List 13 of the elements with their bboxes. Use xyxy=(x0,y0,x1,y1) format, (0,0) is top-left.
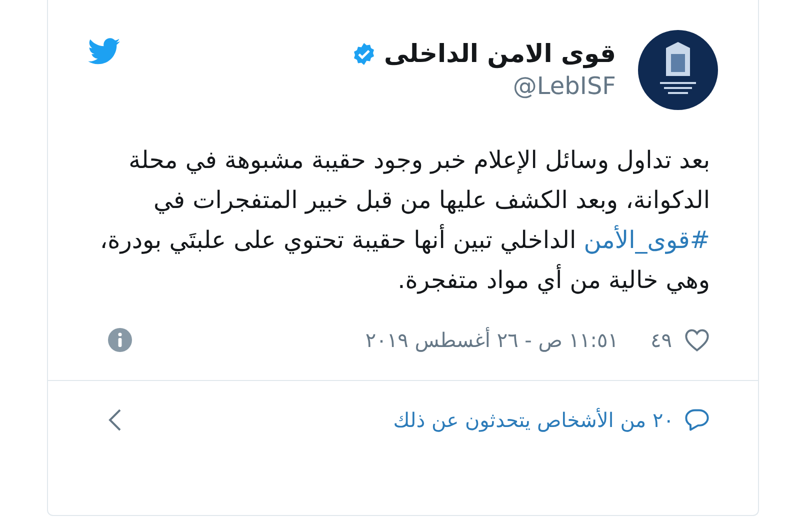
account-name[interactable]: قوى الامن الداخلى xyxy=(384,38,616,70)
tweet-text: بعد تداول وسائل الإعلام خبر وجود حقيبة مشبوهة في محلة الدكوانة، وبعد الكشف عليها من قبل خبير المتفجرات في #قوى_الأمن الداخلي تبين أنها حقيبة تحتوي على علبتَي بودرة، وهي خالية من أي مواد متفجرة. xyxy=(98,145,710,296)
hashtag-link[interactable]: #قوى_الأمن xyxy=(584,226,710,254)
bird-icon[interactable] xyxy=(88,38,120,65)
like-count: ٤٩ xyxy=(650,328,672,352)
heart-icon[interactable] xyxy=(684,328,710,352)
conversation-link[interactable]: ٢٠ من الأشخاص يتحدثون عن ذلك xyxy=(393,408,674,432)
info-icon[interactable] xyxy=(108,328,132,352)
speech-bubble-icon[interactable] xyxy=(684,408,710,432)
account-handle[interactable]: @LebISF xyxy=(352,70,616,102)
logo-icon xyxy=(638,30,718,110)
chevron-left-icon[interactable] xyxy=(108,408,122,432)
timestamp-link[interactable]: ١١:٥١ ص - ٢٦ أغسطس ٢٠١٩ xyxy=(365,328,619,352)
